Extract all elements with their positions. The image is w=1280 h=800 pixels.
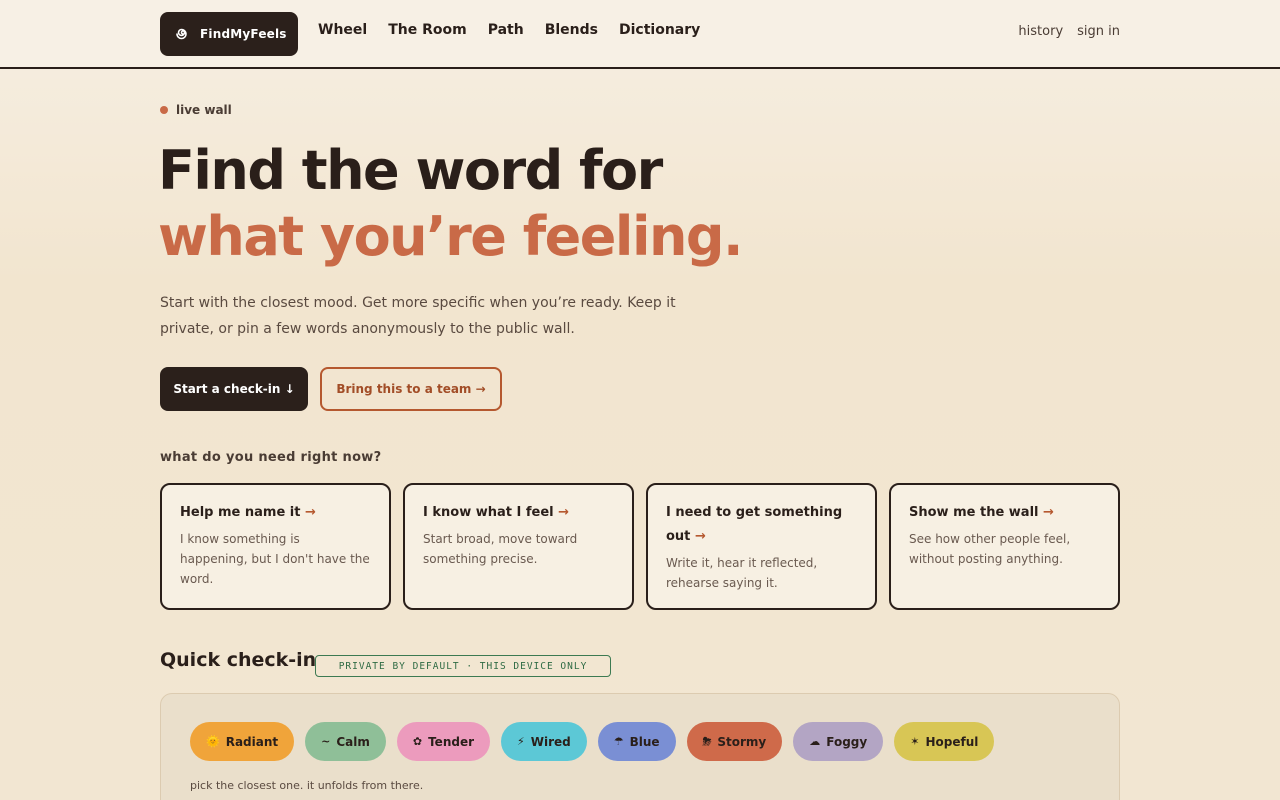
card-title: I need to get something out →	[666, 501, 857, 549]
hero-title: Find the word for what you’re feeling.	[158, 138, 744, 270]
live-wall-indicator[interactable]: live wall	[160, 103, 232, 117]
nav-wheel[interactable]: Wheel	[318, 22, 367, 38]
card-description: Start broad, move toward something preci…	[423, 532, 578, 566]
mood-label: Calm	[336, 734, 370, 749]
card-i-know-what-i-feel[interactable]: I know what I feel → Start broad, move t…	[403, 483, 634, 610]
card-title-text: I know what I feel	[423, 505, 554, 520]
card-get-something-out[interactable]: I need to get something out → Write it, …	[646, 483, 877, 610]
arrow-right-icon: →	[305, 505, 316, 520]
mood-chips: 🌞 Radiant ~ Calm ✿ Tender ⚡ Wired ☂ Blue ⛈ Stormy ☁ F…	[190, 722, 1005, 761]
quick-check-in-panel: 🌞 Radiant ~ Calm ✿ Tender ⚡ Wired ☂ Blue ⛈ Stormy ☁ F…	[160, 693, 1120, 800]
privacy-badge: PRIVATE BY DEFAULT · THIS DEVICE ONLY	[315, 655, 611, 677]
card-description: I know something is happening, but I don…	[180, 532, 370, 586]
card-description: Write it, hear it reflected, rehearse sa…	[666, 556, 818, 590]
logo-text: FindMyFeels	[200, 27, 287, 41]
hero-title-line2: what you’re feeling.	[158, 205, 744, 268]
mood-label: Radiant	[225, 734, 279, 749]
start-check-in-button[interactable]: Start a check-in ↓	[160, 367, 308, 411]
card-title: Show me the wall →	[909, 501, 1100, 525]
nav-path[interactable]: Path	[488, 22, 524, 38]
mood-chip-calm[interactable]: ~ Calm	[305, 722, 386, 761]
mood-chip-stormy[interactable]: ⛈ Stormy	[686, 722, 783, 761]
card-title-text: Help me name it	[180, 505, 301, 520]
main-nav: Wheel The Room Path Blends Dictionary	[318, 22, 721, 38]
hero-title-line1: Find the word for	[158, 139, 663, 202]
account-nav: history sign in	[1004, 24, 1120, 39]
mood-label: Tender	[428, 734, 475, 749]
mood-label: Foggy	[826, 734, 868, 749]
mood-label: Blue	[629, 734, 660, 749]
history-link[interactable]: history	[1018, 24, 1063, 39]
live-dot-icon	[160, 106, 168, 114]
spiral-icon	[176, 27, 190, 41]
card-description: See how other people feel, without posti…	[909, 532, 1071, 566]
logo-button[interactable]: FindMyFeels	[160, 12, 298, 56]
arrow-right-icon: →	[558, 505, 570, 520]
storm-cloud-icon: ⛈	[702, 734, 712, 748]
mood-label: Stormy	[717, 734, 767, 749]
arrow-right-icon: →	[694, 529, 706, 544]
live-wall-label: live wall	[176, 103, 232, 117]
quick-check-in-title: Quick check-in	[160, 649, 317, 671]
hero-lead: Start with the closest mood. Get more sp…	[160, 295, 676, 337]
card-title-text: Show me the wall	[909, 505, 1039, 520]
nav-the-room[interactable]: The Room	[388, 22, 467, 38]
mood-chip-tender[interactable]: ✿ Tender	[396, 722, 491, 761]
quick-check-in-hint: pick the closest one. it unfolds from th…	[190, 779, 424, 792]
sparkle-icon: ✶	[910, 735, 920, 748]
card-show-me-the-wall[interactable]: Show me the wall → See how other people …	[889, 483, 1120, 610]
mood-label: Wired	[530, 734, 571, 749]
lightning-icon: ⚡	[517, 735, 525, 748]
card-help-me-name-it[interactable]: Help me name it → I know something is ha…	[160, 483, 391, 610]
mood-chip-blue[interactable]: ☂ Blue	[597, 722, 676, 761]
cloud-icon: ☁	[809, 735, 821, 748]
card-title: Help me name it →	[180, 501, 371, 525]
needs-cards: Help me name it → I know something is ha…	[160, 483, 1120, 610]
arrow-right-icon: →	[1043, 505, 1054, 520]
mood-chip-foggy[interactable]: ☁ Foggy	[793, 722, 884, 761]
nav-dictionary[interactable]: Dictionary	[619, 22, 700, 38]
card-title-text: I need to get something out	[666, 505, 843, 544]
sun-icon: 🌞	[206, 735, 220, 748]
mood-label: Hopeful	[925, 734, 979, 749]
card-title: I know what I feel →	[423, 501, 614, 525]
mood-chip-radiant[interactable]: 🌞 Radiant	[190, 722, 295, 761]
mood-chip-hopeful[interactable]: ✶ Hopeful	[894, 722, 995, 761]
nav-blends[interactable]: Blends	[545, 22, 598, 38]
flower-icon: ✿	[412, 735, 423, 748]
umbrella-icon: ☂	[613, 735, 624, 748]
top-bar: FindMyFeels Wheel The Room Path Blends D…	[0, 0, 1280, 69]
needs-heading: what do you need right now?	[160, 450, 382, 465]
bring-to-team-button[interactable]: Bring this to a team →	[320, 367, 502, 411]
sign-in-link[interactable]: sign in	[1077, 24, 1120, 39]
mood-chip-wired[interactable]: ⚡ Wired	[501, 722, 587, 761]
wave-icon: ~	[321, 735, 331, 748]
